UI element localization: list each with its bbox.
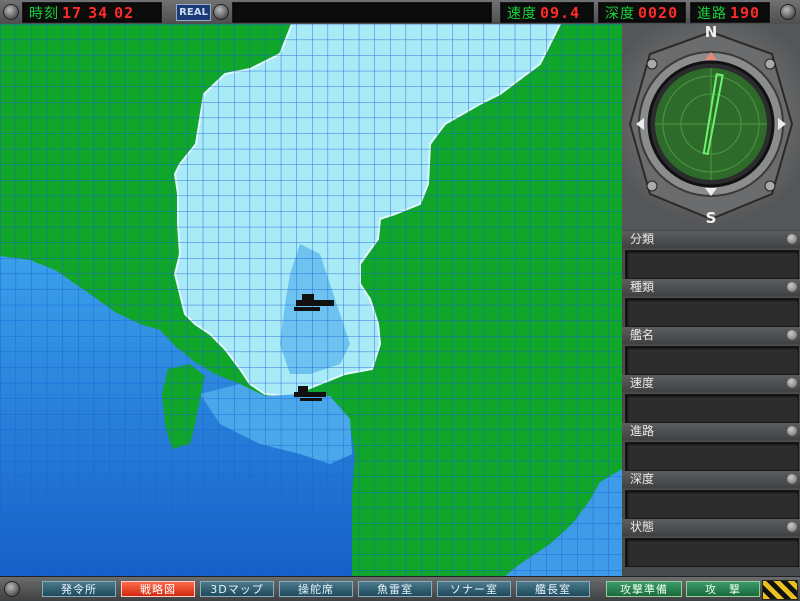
knob-icon <box>787 522 797 532</box>
course-display: 進路 190 <box>690 2 770 23</box>
clock-label: 時刻 <box>29 5 59 22</box>
depth-label: 深度 <box>605 5 635 22</box>
nav-captain-room[interactable]: 艦長室 <box>516 581 590 597</box>
info-label: 艦名 <box>630 328 655 342</box>
bottom-nav: 発令所 戦略図 3Dマップ 操舵席 魚雷室 ソナー室 艦長室 攻撃準備 攻 撃 <box>0 576 800 601</box>
info-label: 速度 <box>630 376 655 390</box>
info-value-box <box>625 442 799 471</box>
knob-icon <box>787 474 797 484</box>
course-label: 進路 <box>697 5 727 22</box>
info-course: 進路 <box>622 423 800 471</box>
screw-icon <box>3 4 19 20</box>
info-value-box <box>625 298 799 327</box>
clock-minutes: 34 <box>88 3 109 22</box>
info-label: 分類 <box>630 232 655 246</box>
compass-south-label: S <box>705 209 717 227</box>
side-panel: N S 分類 種類 艦名 速度 進路 深度 状態 <box>622 23 800 576</box>
status-bar: 時刻 17 34 02 REAL 速度 09.4 深度 0020 進路 190 <box>0 0 800 25</box>
nav-strategy-map[interactable]: 戦略図 <box>121 581 195 597</box>
nav-3d-map[interactable]: 3Dマップ <box>200 581 274 597</box>
hazard-stripe-icon <box>762 580 798 600</box>
info-value-box <box>625 538 799 567</box>
info-label: 状態 <box>630 520 655 534</box>
info-status: 状態 <box>622 519 800 567</box>
info-depth: 深度 <box>622 471 800 519</box>
info-type: 種類 <box>622 279 800 327</box>
course-value: 190 <box>730 3 761 22</box>
info-ship-name: 艦名 <box>622 327 800 375</box>
spacer-display <box>232 2 492 23</box>
info-value-box <box>625 490 799 519</box>
compass-north-label: N <box>704 23 718 41</box>
clock-display: 時刻 17 34 02 <box>22 2 162 23</box>
knob-icon <box>787 330 797 340</box>
info-label: 深度 <box>630 472 655 486</box>
info-classification: 分類 <box>622 231 800 279</box>
knob-icon <box>787 378 797 388</box>
attack-prepare-button[interactable]: 攻撃準備 <box>606 581 682 597</box>
info-label: 種類 <box>630 280 655 294</box>
nav-command-room[interactable]: 発令所 <box>42 581 116 597</box>
speed-label: 速度 <box>507 5 537 22</box>
info-label: 進路 <box>630 424 655 438</box>
depth-value: 0020 <box>638 3 679 22</box>
speed-display: 速度 09.4 <box>500 2 594 23</box>
map-canvas[interactable] <box>0 24 622 576</box>
knob-icon <box>787 426 797 436</box>
info-speed: 速度 <box>622 375 800 423</box>
screw-icon <box>780 4 796 20</box>
info-value-box <box>625 346 799 375</box>
depth-display: 深度 0020 <box>598 2 686 23</box>
attack-button[interactable]: 攻 撃 <box>686 581 760 597</box>
clock-hours: 17 <box>62 3 83 22</box>
compass: N S <box>622 23 800 230</box>
info-value-box <box>625 394 799 423</box>
info-value-box <box>625 250 799 279</box>
speed-value: 09.4 <box>540 3 581 22</box>
knob-icon <box>787 282 797 292</box>
knob-icon <box>787 234 797 244</box>
clock-seconds: 02 <box>114 3 135 22</box>
nav-torpedo-room[interactable]: 魚雷室 <box>358 581 432 597</box>
screw-icon <box>213 4 229 20</box>
screw-icon <box>4 581 20 597</box>
real-time-button[interactable]: REAL <box>176 4 211 21</box>
nav-helm[interactable]: 操舵席 <box>279 581 353 597</box>
tactical-map[interactable] <box>0 24 622 576</box>
compass-svg <box>628 30 794 221</box>
nav-sonar-room[interactable]: ソナー室 <box>437 581 511 597</box>
